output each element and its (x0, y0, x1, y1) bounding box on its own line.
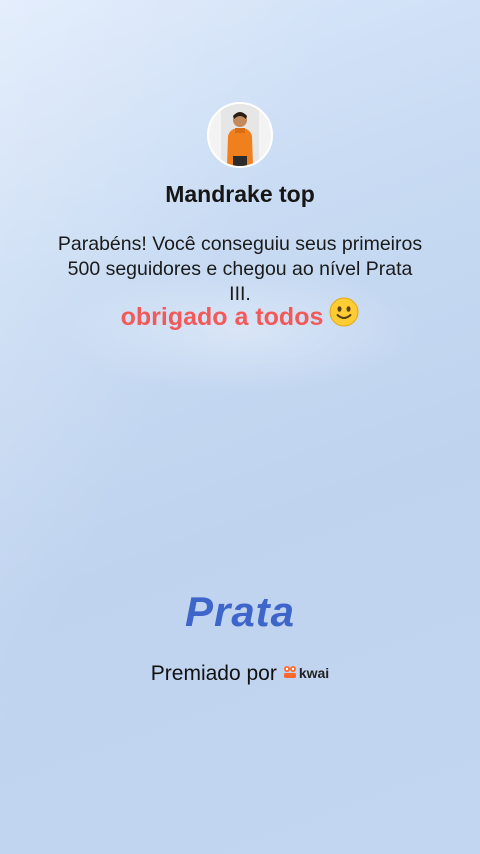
slightly-smiling-face-icon (329, 297, 359, 334)
kwai-logo-icon (283, 661, 297, 685)
thanks-text: obrigado a todos (120, 303, 324, 332)
awarded-by-label: Premiado por (150, 662, 277, 685)
achievement-message: Parabéns! Você conseguiu seus primeiros … (57, 233, 423, 305)
awarded-by: Premiado por kwai (0, 662, 480, 686)
profile-name: Mandrake top (165, 181, 315, 207)
thanks-caption: obrigado a todos (0, 297, 480, 334)
avatar-photo (209, 104, 271, 166)
kwai-brand-name: kwai (298, 664, 330, 681)
avatar[interactable] (207, 102, 273, 168)
kwai-brand: kwai (283, 660, 329, 684)
level-title: Prata (184, 588, 296, 635)
